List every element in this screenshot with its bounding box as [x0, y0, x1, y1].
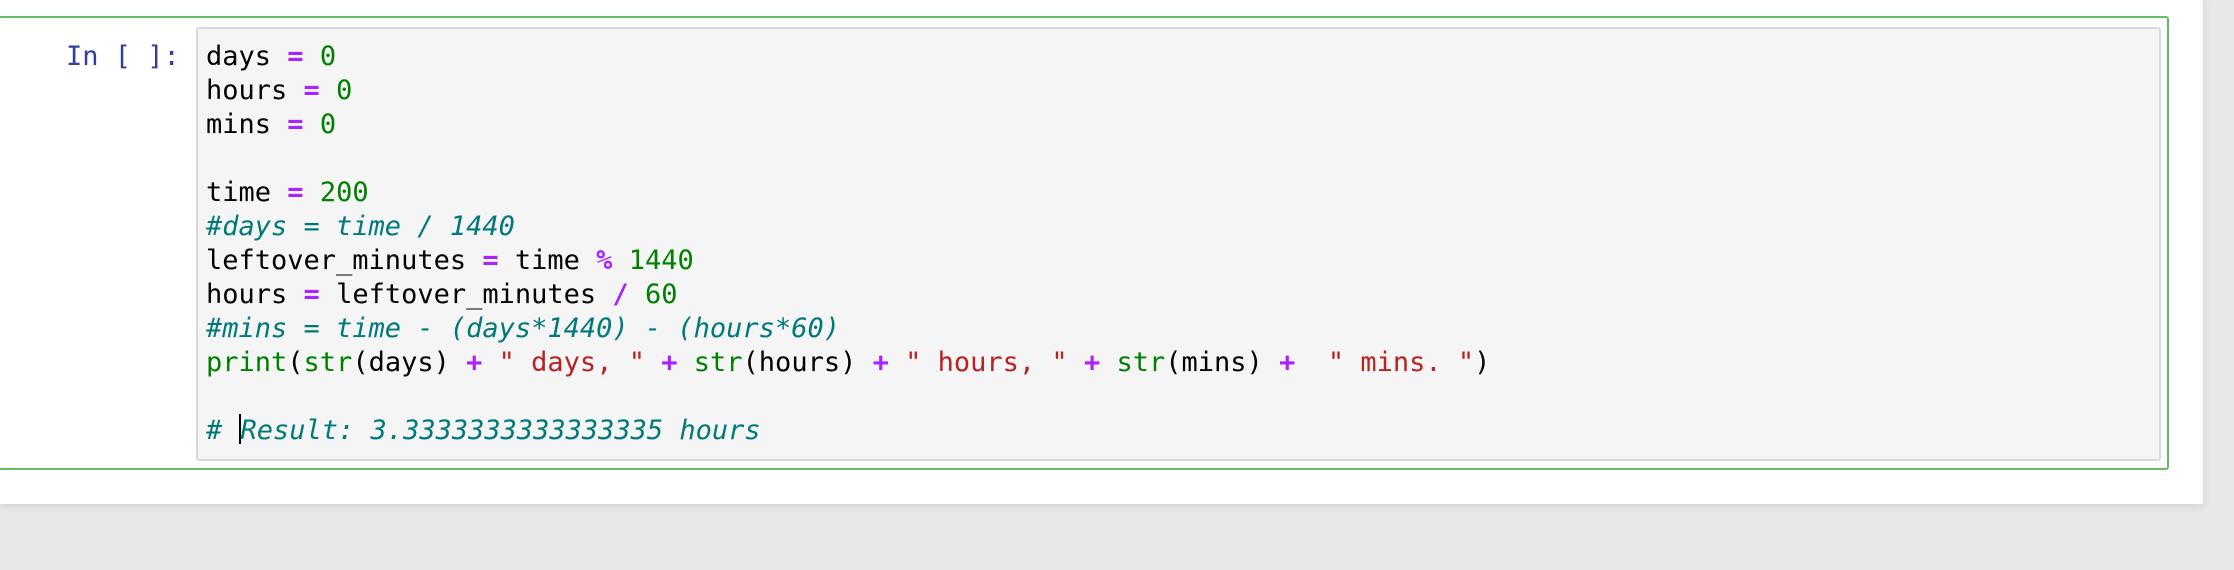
code-token: =: [287, 109, 304, 140]
code-line: leftover_minutes = time % 1440: [206, 244, 1490, 278]
code-token: " days, ": [498, 347, 645, 378]
code-token: str: [693, 347, 743, 378]
code-token: hours: [206, 279, 288, 310]
code-token: leftover_minutes: [206, 245, 467, 276]
code-token: /: [612, 279, 629, 310]
code-token: " mins. ": [1327, 347, 1475, 378]
code-token: time: [206, 177, 272, 208]
code-token: (: [287, 347, 304, 378]
code-text[interactable]: days = 0 hours = 0 mins = 0 time = 200 #days…: [206, 40, 1490, 448]
code-token: +: [1279, 347, 1296, 378]
code-token: 0: [319, 109, 337, 140]
code-token: =: [287, 41, 304, 72]
code-line: hours = leftover_minutes / 60: [206, 278, 1490, 312]
code-token: (hours): [742, 347, 873, 378]
code-token: 0: [336, 75, 353, 106]
notebook-panel: In [ ]: days = 0 hours = 0 mins = 0 time = …: [0, 0, 2203, 504]
code-token: =: [303, 279, 320, 310]
code-token: #mins = time - (days*1440) - (hours*60): [206, 313, 840, 344]
code-token: +: [1083, 347, 1101, 378]
code-token: str: [1116, 347, 1166, 378]
code-token: hours: [206, 75, 288, 106]
input-prompt: In [ ]:: [66, 41, 180, 72]
code-token: time: [498, 245, 597, 276]
code-line: days = 0: [206, 40, 1490, 74]
code-token: 1440: [628, 245, 694, 276]
code-token: =: [287, 177, 304, 208]
code-token: +: [661, 347, 678, 378]
code-token: +: [466, 347, 483, 378]
code-token: #days = time / 1440: [206, 211, 515, 242]
code-token: =: [482, 245, 499, 276]
code-token: 200: [319, 177, 369, 208]
code-token: print: [206, 347, 288, 378]
code-token: #: [206, 415, 239, 446]
code-token: leftover_minutes: [319, 279, 613, 310]
code-line: #mins = time - (days*1440) - (hours*60): [206, 312, 1490, 346]
code-token: ): [1474, 347, 1491, 378]
code-line: # Result: 3.3333333333333335 hours: [206, 414, 1490, 448]
code-token: %: [596, 245, 613, 276]
code-token: mins: [206, 109, 272, 140]
code-token: 60: [644, 279, 678, 310]
code-line: mins = 0: [206, 108, 1490, 142]
code-token: (days): [352, 347, 467, 378]
code-line: #days = time / 1440: [206, 210, 1490, 244]
code-token: days: [206, 41, 272, 72]
code-line: hours = 0: [206, 74, 1490, 108]
code-token: 0: [319, 41, 337, 72]
code-token: " hours, ": [905, 347, 1068, 378]
code-token: =: [303, 75, 320, 106]
code-token: (mins): [1165, 347, 1280, 378]
code-token: str: [303, 347, 353, 378]
code-token: Result: 3.3333333333333335 hours: [240, 415, 761, 446]
code-line: time = 200: [206, 176, 1490, 210]
code-line: print(str(days) + " days, " + str(hours)…: [206, 346, 1490, 380]
code-token: +: [872, 347, 889, 378]
